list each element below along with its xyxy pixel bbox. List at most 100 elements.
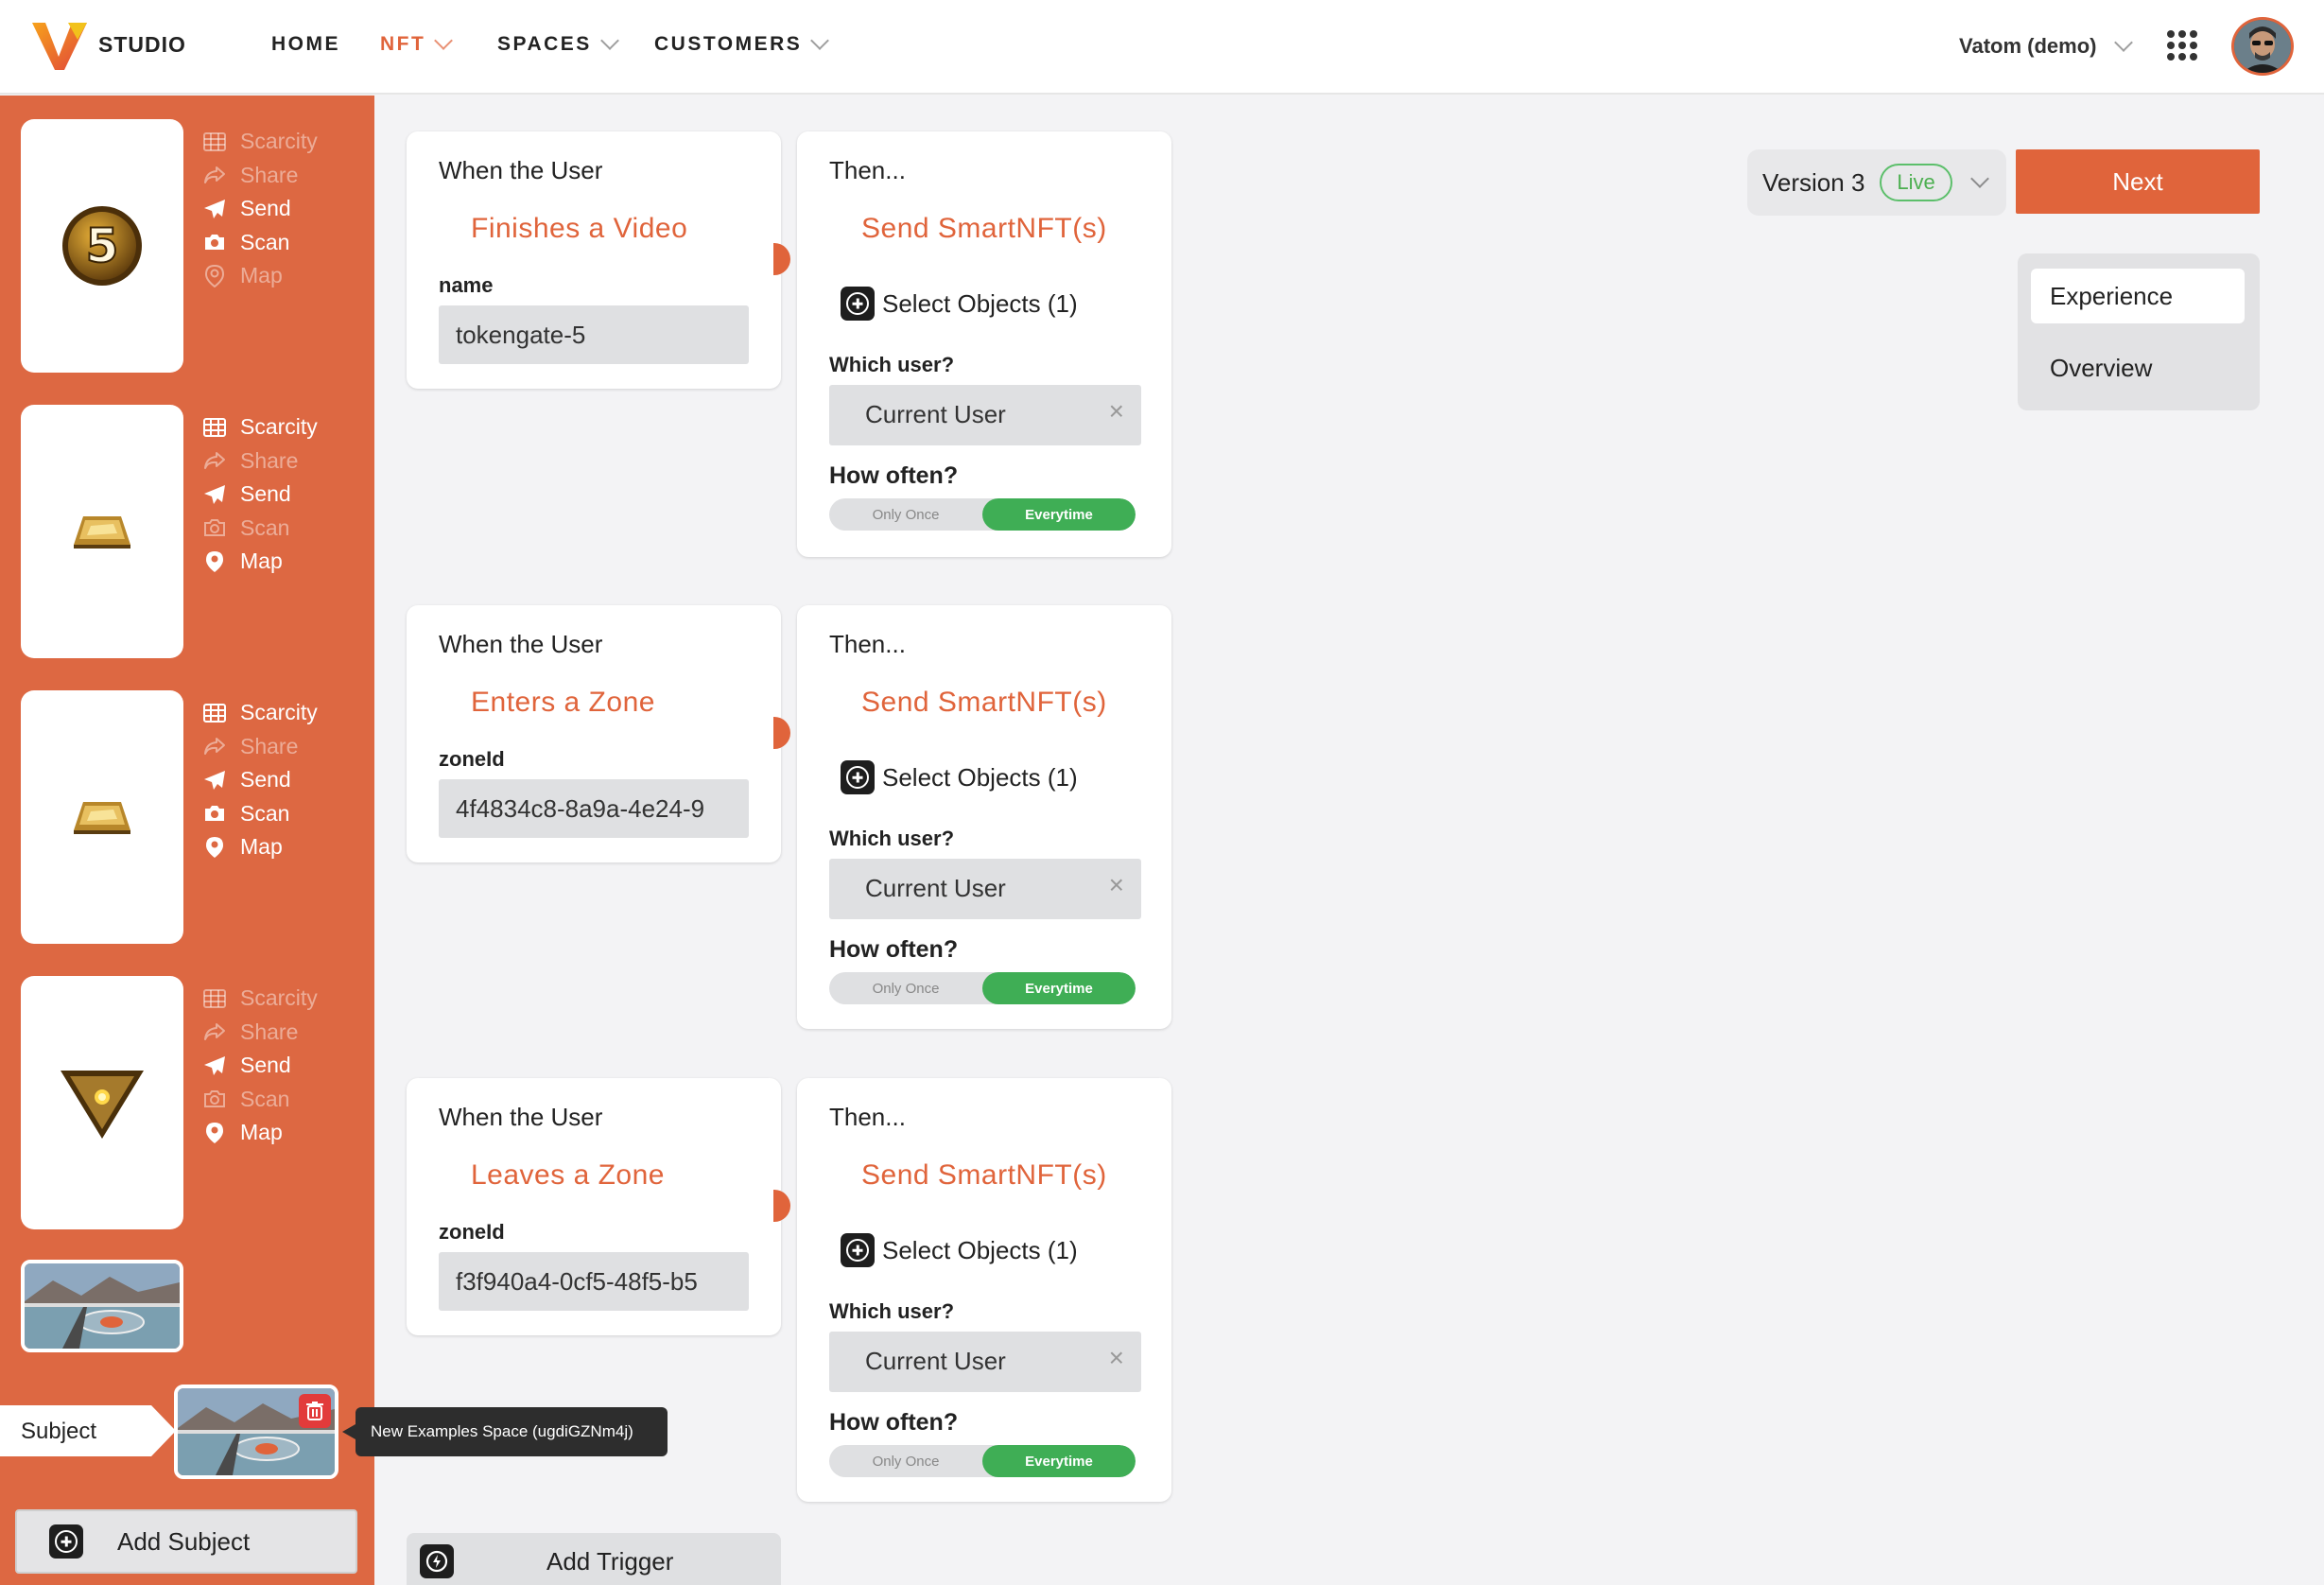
add-circle-icon: [841, 760, 875, 794]
everytime-option[interactable]: Everytime: [982, 972, 1136, 1004]
select-objects-button[interactable]: Select Objects (1): [841, 287, 1078, 321]
share-icon: [202, 450, 227, 471]
object-action-label: Scarcity: [240, 985, 318, 1011]
object-action-map[interactable]: Map: [202, 830, 318, 864]
avatar[interactable]: [2231, 17, 2294, 76]
subject-space-thumbnail[interactable]: [174, 1385, 338, 1479]
object-card[interactable]: 5: [21, 119, 183, 373]
only-once-option[interactable]: Only Once: [829, 498, 982, 531]
which-user-select[interactable]: Current User ×: [829, 385, 1141, 445]
object-action-label: Scarcity: [240, 129, 318, 154]
object-card[interactable]: [21, 690, 183, 944]
action-header: Then...: [829, 1103, 906, 1131]
connector-handle[interactable]: [773, 243, 790, 275]
account-switcher[interactable]: Vatom (demo): [1959, 33, 2134, 59]
trigger-type[interactable]: Enters a Zone: [471, 687, 655, 719]
trigger-field-input[interactable]: tokengate-5: [439, 305, 749, 364]
map-pin-icon: [202, 264, 227, 287]
tab-overview[interactable]: Overview: [2031, 340, 2245, 395]
nav-home[interactable]: HOME: [271, 33, 340, 56]
select-objects-button[interactable]: Select Objects (1): [841, 1233, 1078, 1267]
object-actions: Scarcity Share Send Scan Map: [202, 410, 318, 579]
trigger-type[interactable]: Leaves a Zone: [471, 1159, 665, 1192]
select-objects-label: Select Objects (1): [882, 1235, 1078, 1264]
object-action-scan[interactable]: Scan: [202, 797, 318, 831]
object-action-scan[interactable]: Scan: [202, 1083, 318, 1117]
clear-icon[interactable]: ×: [1109, 1343, 1124, 1373]
object-card[interactable]: [21, 976, 183, 1229]
select-objects-button[interactable]: Select Objects (1): [841, 760, 1078, 794]
trigger-card: When the User Finishes a Video name toke…: [407, 131, 790, 389]
object-action-send[interactable]: Send: [202, 763, 318, 797]
everytime-option[interactable]: Everytime: [982, 498, 1136, 531]
object-action-send[interactable]: Send: [202, 192, 318, 226]
action-type[interactable]: Send SmartNFT(s): [861, 213, 1107, 245]
object-action-label: Scarcity: [240, 414, 318, 440]
object-action-map[interactable]: Map: [202, 545, 318, 579]
everytime-option[interactable]: Everytime: [982, 1445, 1136, 1477]
version-selector[interactable]: Version 3 Live: [1747, 149, 2006, 216]
map-pin-icon: [202, 550, 227, 572]
object-action-label: Scarcity: [240, 700, 318, 725]
object-action-label: Map: [240, 263, 283, 288]
only-once-option[interactable]: Only Once: [829, 972, 982, 1004]
action-card: Then... Send SmartNFT(s) Select Objects …: [797, 605, 1171, 1029]
connector-handle[interactable]: [773, 717, 790, 749]
nav-spaces[interactable]: SPACES: [497, 31, 619, 56]
object-action-send[interactable]: Send: [202, 1049, 318, 1083]
space-thumbnail[interactable]: [21, 1260, 183, 1352]
trigger-field-input[interactable]: f3f940a4-0cf5-48f5-b5: [439, 1252, 749, 1311]
tab-experience[interactable]: Experience: [2031, 269, 2245, 323]
object-action-label: Scan: [240, 800, 290, 826]
nav-customers[interactable]: CUSTOMERS: [654, 31, 830, 56]
object-action-scarcity[interactable]: Scarcity: [202, 125, 318, 159]
object-action-scan[interactable]: Scan: [202, 226, 318, 260]
trash-icon[interactable]: [299, 1394, 331, 1428]
which-user-value: Current User: [865, 874, 1006, 902]
how-often-toggle: Only Once Everytime: [829, 1445, 1136, 1477]
action-card: Then... Send SmartNFT(s) Select Objects …: [797, 131, 1171, 557]
object-action-share[interactable]: Share: [202, 159, 318, 193]
vatom-logo[interactable]: [30, 19, 91, 72]
subject-label: Subject: [0, 1405, 176, 1456]
object-action-scarcity[interactable]: Scarcity: [202, 410, 318, 444]
object-action-map[interactable]: Map: [202, 1116, 318, 1150]
only-once-option[interactable]: Only Once: [829, 1445, 982, 1477]
trigger-header: When the User: [439, 156, 603, 184]
which-user-select[interactable]: Current User ×: [829, 1332, 1141, 1392]
which-user-select[interactable]: Current User ×: [829, 859, 1141, 919]
add-circle-icon: [841, 1233, 875, 1267]
object-actions: Scarcity Share Send Scan Map: [202, 696, 318, 864]
how-often-toggle: Only Once Everytime: [829, 972, 1136, 1004]
object-action-share[interactable]: Share: [202, 730, 318, 764]
clear-icon[interactable]: ×: [1109, 870, 1124, 900]
object-action-map[interactable]: Map: [202, 259, 318, 293]
version-label: Version 3: [1762, 167, 1865, 197]
object-action-scarcity[interactable]: Scarcity: [202, 982, 318, 1016]
add-subject-button[interactable]: Add Subject: [15, 1509, 357, 1574]
app-grid-icon[interactable]: [2167, 30, 2197, 61]
trigger-type[interactable]: Finishes a Video: [471, 213, 687, 245]
subject-tooltip: New Examples Space (ugdiGZNm4j): [342, 1407, 668, 1456]
nav-nft[interactable]: NFT: [380, 31, 454, 56]
object-action-scarcity[interactable]: Scarcity: [202, 696, 318, 730]
brand-name: STUDIO: [98, 32, 186, 57]
object-action-label: Send: [240, 481, 291, 507]
connector-handle[interactable]: [773, 1190, 790, 1222]
next-button[interactable]: Next: [2016, 149, 2260, 214]
share-icon: [202, 165, 227, 185]
clear-icon[interactable]: ×: [1109, 396, 1124, 427]
object-action-send[interactable]: Send: [202, 478, 318, 512]
map-pin-icon: [202, 836, 227, 858]
trigger-field-input[interactable]: 4f4834c8-8a9a-4e24-9: [439, 779, 749, 838]
action-type[interactable]: Send SmartNFT(s): [861, 687, 1107, 719]
gold-bar-icon: [74, 516, 130, 549]
action-header: Then...: [829, 156, 906, 184]
add-trigger-button[interactable]: Add Trigger: [407, 1533, 781, 1585]
action-type[interactable]: Send SmartNFT(s): [861, 1159, 1107, 1192]
field-label: name: [439, 273, 494, 297]
object-card[interactable]: [21, 405, 183, 658]
object-action-share[interactable]: Share: [202, 1016, 318, 1050]
object-action-scan[interactable]: Scan: [202, 512, 318, 546]
object-action-share[interactable]: Share: [202, 444, 318, 479]
